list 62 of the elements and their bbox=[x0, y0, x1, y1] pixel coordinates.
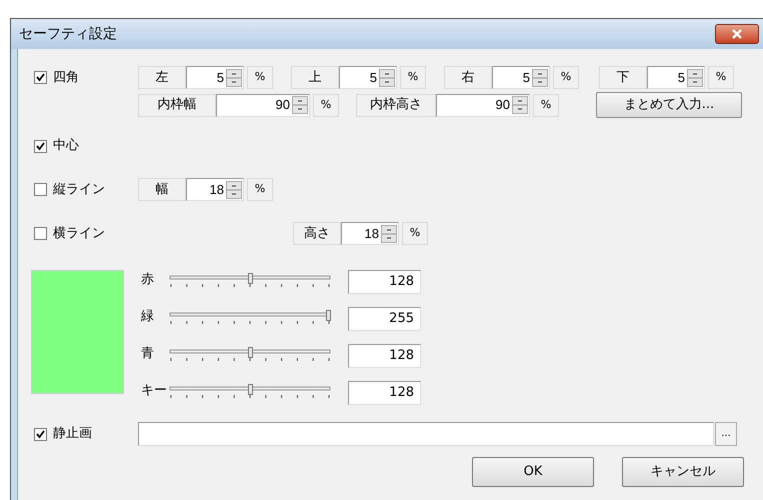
cancel-button[interactable]: キャンセル bbox=[622, 457, 744, 487]
checkbox-label: 四角 bbox=[53, 68, 79, 87]
number-field[interactable]: 18 bbox=[186, 178, 244, 201]
number-field[interactable]: 18 bbox=[341, 222, 399, 245]
spinner-icon[interactable] bbox=[687, 68, 703, 86]
unit-label: % bbox=[708, 66, 734, 89]
unit-label: % bbox=[247, 66, 273, 89]
unit-label: % bbox=[533, 94, 559, 116]
checkbox-label: 静止画 bbox=[53, 425, 92, 444]
slider-thumb[interactable] bbox=[326, 310, 331, 321]
number-field[interactable]: 5 bbox=[492, 66, 550, 89]
field-label: 幅 bbox=[138, 178, 186, 201]
slider-thumb[interactable] bbox=[248, 273, 253, 284]
checkbox[interactable] bbox=[34, 227, 47, 240]
number-field[interactable]: 90 bbox=[436, 94, 530, 116]
ok-button[interactable]: OK bbox=[472, 457, 594, 487]
spinner-icon[interactable] bbox=[379, 68, 395, 86]
checkbox[interactable] bbox=[34, 428, 47, 440]
field-label: 右 bbox=[444, 66, 492, 89]
field-label: 内枠幅 bbox=[138, 94, 216, 116]
close-button[interactable] bbox=[715, 24, 759, 44]
checkbox[interactable] bbox=[34, 140, 47, 152]
number-field[interactable]: 5 bbox=[186, 66, 244, 89]
spinner-icon[interactable] bbox=[292, 96, 308, 114]
slider-label: 青 bbox=[141, 345, 155, 363]
slider-thumb[interactable] bbox=[248, 347, 253, 358]
field-label: 上 bbox=[291, 66, 339, 89]
field-label: 下 bbox=[599, 66, 647, 89]
value-field[interactable]: 128 bbox=[348, 381, 421, 405]
field-label: 高さ bbox=[293, 222, 341, 245]
window-title: セーフティ設定 bbox=[19, 24, 117, 44]
checkbox[interactable] bbox=[34, 183, 47, 196]
browse-button[interactable]: ... bbox=[715, 422, 737, 446]
spinner-icon[interactable] bbox=[226, 68, 242, 86]
field-label: 内枠高さ bbox=[356, 94, 436, 116]
file-path-field[interactable] bbox=[138, 422, 714, 446]
bulk-input-button[interactable]: まとめて入力... bbox=[596, 92, 742, 118]
spinner-icon[interactable] bbox=[512, 96, 528, 114]
value-field[interactable]: 255 bbox=[348, 307, 421, 331]
spinner-icon[interactable] bbox=[381, 224, 397, 242]
unit-label: % bbox=[553, 66, 579, 89]
number-field[interactable]: 5 bbox=[647, 66, 705, 89]
slider-label: キー bbox=[141, 382, 168, 400]
checkbox-label: 横ライン bbox=[53, 224, 105, 243]
value-field[interactable]: 128 bbox=[348, 344, 421, 368]
value-field[interactable]: 128 bbox=[348, 270, 421, 294]
checkbox-label: 縦ライン bbox=[53, 180, 105, 199]
spinner-icon[interactable] bbox=[532, 68, 548, 86]
field-label: 左 bbox=[138, 66, 186, 89]
unit-label: % bbox=[313, 94, 339, 116]
number-field[interactable]: 5 bbox=[339, 66, 397, 89]
unit-label: % bbox=[400, 66, 426, 89]
slider-label: 緑 bbox=[141, 308, 155, 326]
checkbox-label: 中心 bbox=[53, 137, 79, 156]
slider-label: 赤 bbox=[141, 271, 155, 289]
unit-label: % bbox=[247, 178, 273, 201]
slider-thumb[interactable] bbox=[248, 384, 253, 395]
checkbox[interactable] bbox=[34, 71, 47, 84]
unit-label: % bbox=[402, 222, 428, 245]
close-icon bbox=[731, 29, 743, 39]
number-field[interactable]: 90 bbox=[216, 94, 310, 116]
spinner-icon[interactable] bbox=[226, 180, 242, 198]
